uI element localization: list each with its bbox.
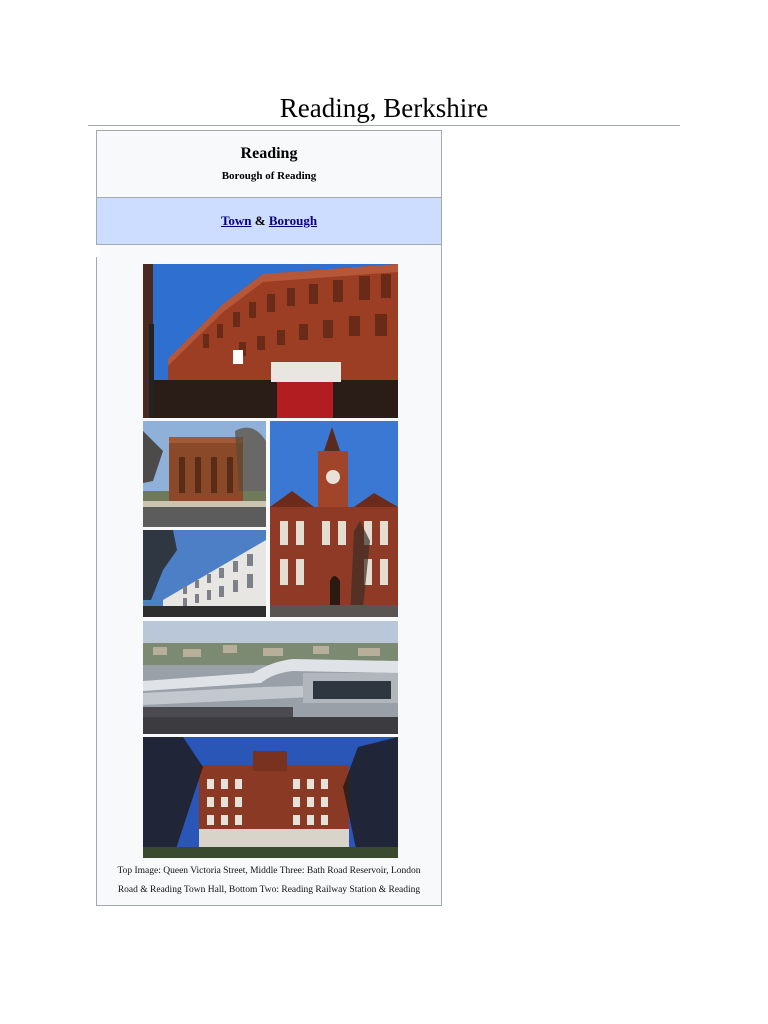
page-title: Reading, Berkshire <box>279 93 489 123</box>
infobox-header: Reading Borough of Reading <box>97 131 441 198</box>
reading-town-hall-image[interactable] <box>270 421 398 617</box>
infobox-name: Reading <box>240 145 298 162</box>
infobox-official-name: Borough of Reading <box>221 170 317 182</box>
infobox-edge-gap <box>96 245 100 257</box>
caption-line-2: Road & Reading Town Hall, Bottom Two: Re… <box>117 884 421 895</box>
london-road-image[interactable] <box>143 530 266 617</box>
reading-railway-station-image[interactable] <box>143 621 398 734</box>
borough-link[interactable]: Borough <box>269 213 317 228</box>
town-link[interactable]: Town <box>221 213 252 228</box>
infobox: Reading Borough of Reading Town & Boroug… <box>96 130 442 906</box>
bath-road-reservoir-image[interactable] <box>143 421 266 527</box>
title-divider <box>88 125 680 126</box>
type-connector: & <box>254 213 266 228</box>
queen-victoria-street-image[interactable] <box>143 264 398 418</box>
infobox-image-caption: Top Image: Queen Victoria Street, Middle… <box>97 862 441 899</box>
infobox-settlement-type: Town & Borough <box>97 198 441 245</box>
reading-building-image[interactable] <box>143 737 398 858</box>
caption-line-1: Top Image: Queen Victoria Street, Middle… <box>117 866 421 876</box>
